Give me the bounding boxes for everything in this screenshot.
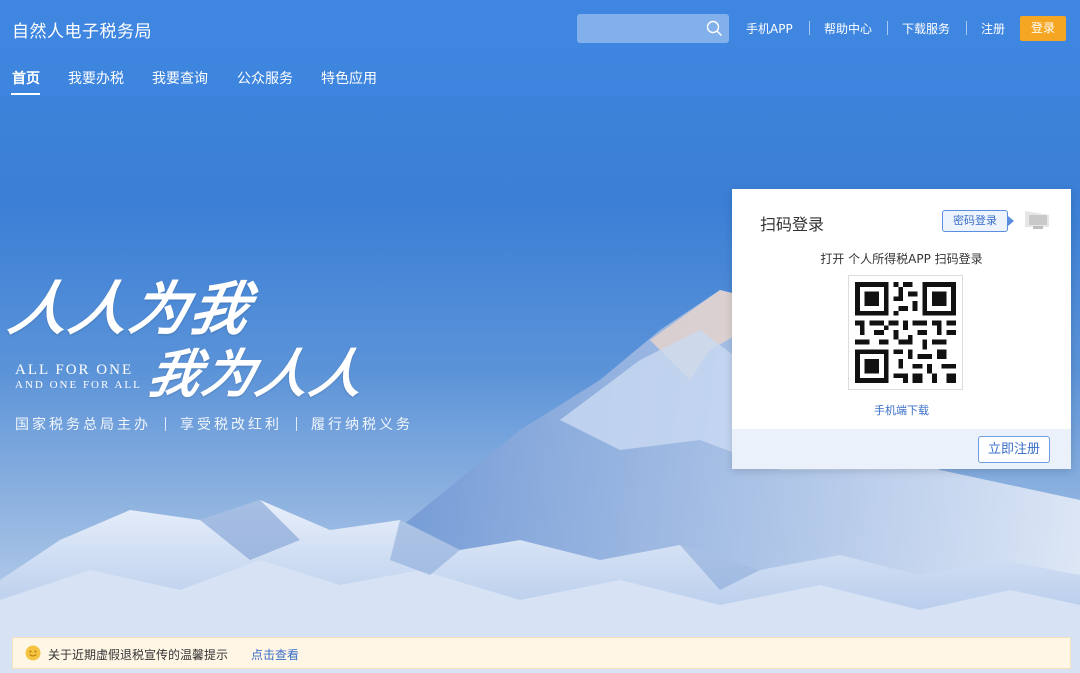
nav-item-featured-apps[interactable]: 特色应用	[321, 68, 377, 88]
login-panel: 扫码登录 密码登录 打开 个人所得税APP 扫码登录 手机端下载 立即注册	[732, 189, 1071, 469]
tagline-item: 享受税改红利	[180, 417, 282, 433]
mobile-download-link[interactable]: 手机端下载	[732, 402, 1071, 418]
nav-item-public-service[interactable]: 公众服务	[237, 68, 293, 88]
download-service-link[interactable]: 下载服务	[902, 20, 950, 37]
mobile-app-link[interactable]: 手机APP	[746, 20, 793, 37]
tagline-item: 国家税务总局主办	[15, 417, 151, 433]
divider	[296, 417, 297, 431]
divider	[165, 417, 166, 431]
slogan-tagline: 国家税务总局主办 享受税改红利 履行纳税义务	[15, 414, 413, 434]
slogan-en-line-1: ALL FOR ONE	[15, 362, 134, 378]
nav-item-home[interactable]: 首页	[12, 68, 40, 88]
panel-title: 扫码登录	[760, 215, 825, 234]
divider	[887, 21, 888, 35]
qr-code-image	[855, 282, 956, 383]
smile-icon	[25, 645, 41, 661]
search-input[interactable]	[577, 14, 729, 43]
nav-item-query[interactable]: 我要查询	[152, 68, 208, 88]
tagline-item: 履行纳税义务	[311, 417, 413, 433]
notice-view-link[interactable]: 点击查看	[251, 646, 299, 663]
notice-bar: 关于近期虚假退税宣传的温馨提示 点击查看	[12, 637, 1071, 669]
slogan-line-2: 我为人人	[142, 344, 372, 405]
nav-item-tax-handling[interactable]: 我要办税	[68, 68, 124, 88]
nav-active-indicator	[11, 93, 40, 95]
divider	[809, 21, 810, 35]
search-icon[interactable]	[706, 20, 723, 37]
qr-code	[848, 275, 963, 390]
register-now-button[interactable]: 立即注册	[978, 436, 1050, 463]
help-center-link[interactable]: 帮助中心	[824, 20, 872, 37]
notice-text: 关于近期虚假退税宣传的温馨提示	[48, 648, 229, 662]
scan-hint: 打开 个人所得税APP 扫码登录	[820, 252, 983, 266]
computer-icon[interactable]	[1025, 211, 1049, 229]
top-header: 自然人电子税务局 手机APP 帮助中心 下载服务 注册 登录 首页 我要办税 我…	[0, 0, 1080, 96]
register-link[interactable]: 注册	[981, 20, 1005, 37]
divider	[966, 21, 967, 35]
slogan-en-line-2: AND ONE FOR ALL	[15, 379, 142, 391]
site-title[interactable]: 自然人电子税务局	[12, 17, 152, 42]
login-button[interactable]: 登录	[1020, 16, 1066, 41]
password-login-tab[interactable]: 密码登录	[942, 210, 1014, 232]
